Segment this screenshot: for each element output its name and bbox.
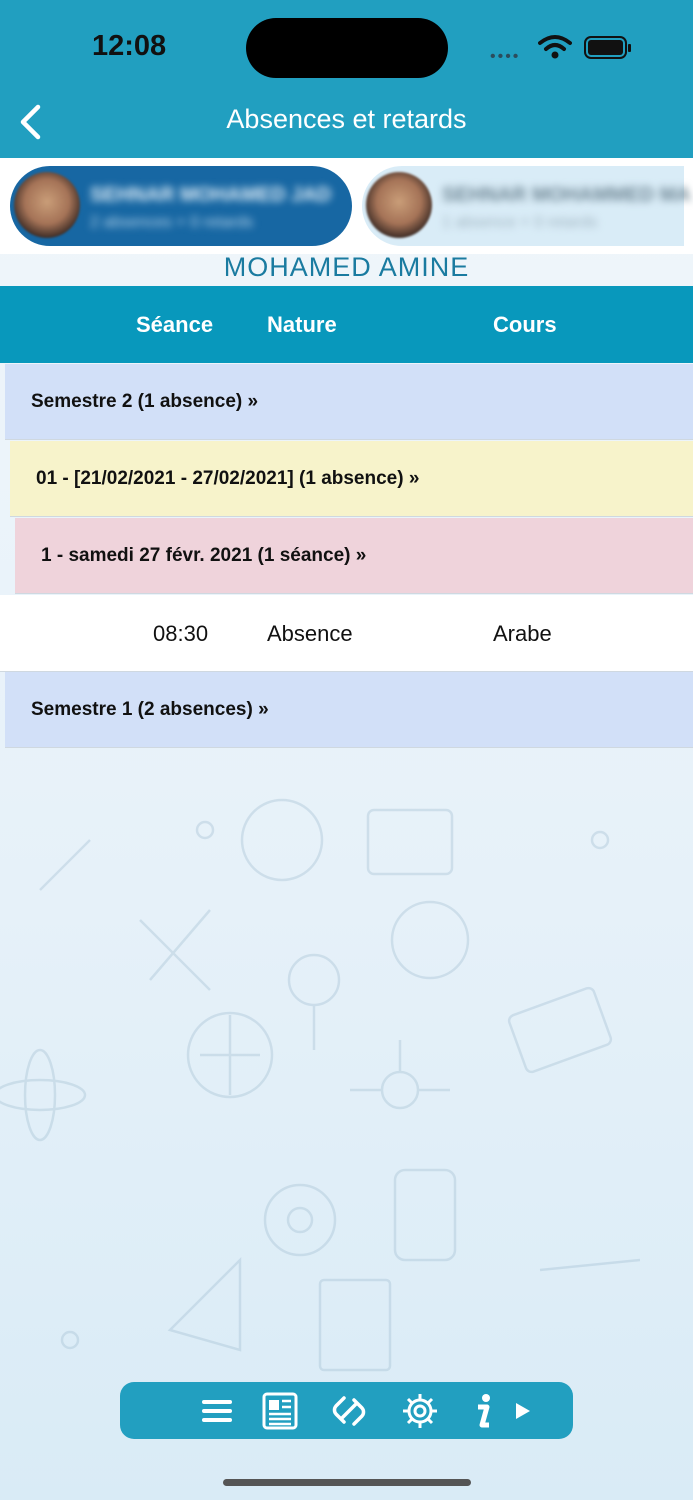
link-icon[interactable] xyxy=(330,1392,368,1430)
column-header-seance: Séance xyxy=(136,312,214,337)
semester-1-label: Semestre 1 (2 absences) » xyxy=(31,699,269,720)
battery-icon xyxy=(584,36,631,59)
home-indicator xyxy=(223,1479,471,1486)
student-name: SEHNAR MOHAMED JAD xyxy=(90,184,332,206)
entry-nature: Absence xyxy=(267,621,353,646)
cellular-signal-icon: •••• xyxy=(490,48,521,65)
entry-time: 08:30 xyxy=(153,621,209,646)
student-selector: SEHNAR MOHAMED JAD 2 absences + 0 retard… xyxy=(0,158,693,254)
background-pattern xyxy=(0,798,641,1372)
semester-2-label: Semestre 2 (1 absence) » xyxy=(31,391,259,412)
settings-icon[interactable] xyxy=(401,1392,439,1430)
dynamic-island xyxy=(246,18,448,78)
bottom-toolbar xyxy=(120,1382,573,1439)
student-name: SEHNAR MOHAMMED MA xyxy=(442,184,691,206)
week-row[interactable]: 01 - [21/02/2021 - 27/02/2021] (1 absenc… xyxy=(10,441,693,517)
info-icon[interactable] xyxy=(464,1392,502,1430)
avatar xyxy=(14,172,80,238)
column-header-cours: Cours xyxy=(493,312,557,337)
avatar xyxy=(366,172,432,238)
top-bar: 12:08 •••• Absences et retards xyxy=(0,0,693,158)
student-summary: 2 absences + 0 retards xyxy=(90,214,254,231)
status-time: 12:08 xyxy=(92,30,167,62)
semester-2-row[interactable]: Semestre 2 (1 absence) » xyxy=(5,364,693,440)
page-title: Absences et retards xyxy=(226,104,467,134)
student-summary: 1 absence + 0 retards xyxy=(442,214,598,231)
semester-1-row[interactable]: Semestre 1 (2 absences) » xyxy=(5,672,693,748)
column-header-nature: Nature xyxy=(267,312,337,337)
news-icon[interactable] xyxy=(261,1392,299,1430)
play-icon[interactable] xyxy=(508,1396,538,1426)
day-row[interactable]: 1 - samedi 27 févr. 2021 (1 séance) » xyxy=(15,518,693,594)
day-label: 1 - samedi 27 févr. 2021 (1 séance) » xyxy=(41,545,367,566)
student-pill-2[interactable]: SEHNAR MOHAMMED MA 1 absence + 0 retards xyxy=(362,166,691,246)
student-pill-1[interactable]: SEHNAR MOHAMED JAD 2 absences + 0 retard… xyxy=(10,166,352,246)
week-label: 01 - [21/02/2021 - 27/02/2021] (1 absenc… xyxy=(36,468,420,489)
entry-course: Arabe xyxy=(493,621,552,646)
current-student-name: MOHAMED AMINE xyxy=(223,252,470,282)
menu-icon[interactable] xyxy=(198,1392,236,1430)
table-header: Séance Nature Cours xyxy=(0,286,693,363)
wifi-icon xyxy=(538,35,572,59)
status-icons: •••• xyxy=(490,34,635,65)
absence-entry-row[interactable]: 08:30 Absence Arabe xyxy=(0,595,693,672)
